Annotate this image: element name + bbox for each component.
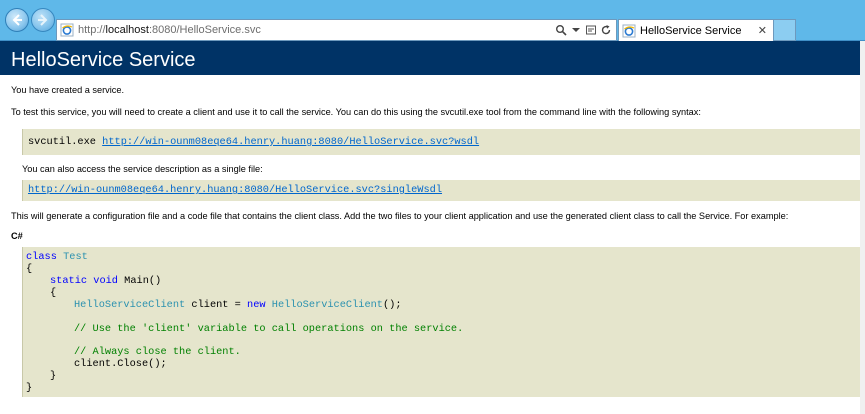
address-bar[interactable]: http://localhost:8080/HelloService.svc — [56, 19, 617, 41]
search-icon[interactable] — [555, 24, 567, 36]
code-line: class Test — [26, 251, 88, 263]
ie-page-icon — [60, 23, 74, 37]
forward-button[interactable] — [31, 8, 55, 32]
code-block: class Test { static void Main() { HelloS… — [22, 247, 860, 397]
code-line: client.Close(); — [74, 358, 167, 370]
tab-helloservice[interactable]: HelloService Service ✕ — [618, 19, 774, 41]
code-keyword: new — [247, 299, 266, 311]
code-keyword: class — [26, 251, 57, 263]
code-type: HelloServiceClient — [271, 299, 383, 311]
wsdl-link[interactable]: http://win-ounm08eqe64.henry.huang:8080/… — [102, 136, 479, 148]
single-wsdl-link[interactable]: http://win-ounm08eqe64.henry.huang:8080/… — [28, 184, 442, 196]
svcutil-command: svcutil.exe — [28, 136, 103, 148]
code-text: (); — [383, 299, 402, 311]
code-keyword: void — [93, 275, 118, 287]
code-type: Test — [63, 251, 88, 263]
arrow-right-icon — [38, 14, 48, 26]
code-line: HelloServiceClient client = new HelloSer… — [74, 299, 402, 311]
tab-title: HelloService Service — [640, 24, 742, 37]
url-text[interactable]: http://localhost:8080/HelloService.svc — [78, 24, 555, 36]
compatibility-view-icon[interactable] — [585, 24, 597, 36]
code-type: HelloServiceClient — [74, 299, 186, 311]
instructions-text: To test this service, you will need to c… — [11, 107, 701, 117]
ie-page-icon — [622, 24, 636, 37]
dropdown-icon[interactable] — [570, 24, 582, 36]
code-keyword: static — [50, 275, 88, 287]
close-tab-icon[interactable]: ✕ — [758, 24, 767, 37]
code-line: { — [50, 287, 57, 299]
code-comment: // Use the 'client' variable to call ope… — [74, 323, 464, 335]
browser-toolbar: http://localhost:8080/HelloService.svc H… — [0, 0, 865, 41]
url-host: localhost — [105, 24, 149, 36]
code-line: } — [26, 382, 33, 394]
page-title: HelloService Service — [0, 41, 860, 75]
url-path: :8080/HelloService.svc — [148, 24, 261, 36]
svcutil-block: svcutil.exe http://win-ounm08eqe64.henry… — [22, 129, 860, 155]
arrow-left-icon — [12, 14, 22, 26]
refresh-icon[interactable] — [600, 24, 612, 36]
code-line: } — [50, 370, 57, 382]
single-file-text: You can also access the service descript… — [22, 164, 263, 174]
code-text: client = — [185, 299, 248, 311]
intro-text: You have created a service. — [11, 85, 125, 95]
code-comment: // Always close the client. — [74, 346, 241, 358]
single-wsdl-block: http://win-ounm08eqe64.henry.huang:8080/… — [22, 180, 860, 201]
back-button[interactable] — [5, 8, 29, 32]
code-text: Main() — [117, 275, 162, 287]
generate-text: This will generate a configuration file … — [11, 211, 789, 221]
url-scheme: http:// — [78, 24, 106, 36]
scrollbar[interactable] — [860, 41, 865, 414]
code-line: static void Main() — [50, 275, 161, 287]
new-tab-button[interactable] — [774, 19, 796, 41]
code-line: { — [26, 263, 33, 275]
language-heading: C# — [11, 231, 23, 241]
